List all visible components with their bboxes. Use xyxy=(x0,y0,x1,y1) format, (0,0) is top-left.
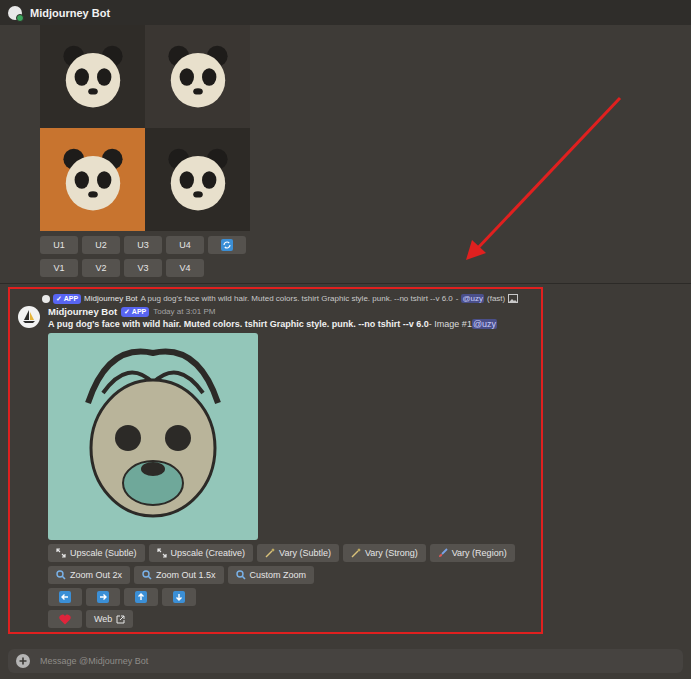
magnifier-icon xyxy=(236,570,246,580)
mention[interactable]: @uzy xyxy=(461,294,484,303)
link-button[interactable]: Web xyxy=(86,610,133,628)
variation-button[interactable]: V2 xyxy=(82,259,120,277)
panda-icon xyxy=(158,37,238,117)
zoom-button[interactable]: Custom Zoom xyxy=(228,566,315,584)
upscale-icon xyxy=(56,548,66,558)
upscale-button[interactable]: U2 xyxy=(82,236,120,254)
pan-down-button[interactable] xyxy=(162,588,196,606)
variation-button[interactable]: V1 xyxy=(40,259,78,277)
upscale-button[interactable]: Upscale (Subtle) xyxy=(48,544,145,562)
image-icon xyxy=(508,294,518,303)
magic-wand-icon xyxy=(351,548,361,558)
pan-left-arrow-icon xyxy=(59,591,71,603)
vary-button[interactable]: Vary (Subtle) xyxy=(257,544,339,562)
vary-button[interactable]: Vary (Strong) xyxy=(343,544,426,562)
annotation-arrow-icon xyxy=(0,0,691,679)
variation-button[interactable]: V3 xyxy=(124,259,162,277)
pan-up-button[interactable] xyxy=(124,588,158,606)
generated-image[interactable] xyxy=(145,25,250,128)
generated-image[interactable] xyxy=(48,333,258,540)
upscale-button[interactable]: U3 xyxy=(124,236,162,254)
panda-icon xyxy=(53,140,133,220)
message-list: U1U2U3U4 V1V2V3V4 ✓ APP Midjourney BotA pug… xyxy=(0,25,691,643)
action-row: Web xyxy=(48,610,533,628)
app-badge: ✓ APP xyxy=(53,294,81,304)
magnifier-icon xyxy=(142,570,152,580)
action-row: Upscale (Subtle)Upscale (Creative)Vary (… xyxy=(48,544,533,562)
panda-icon xyxy=(53,37,133,117)
pan-up-arrow-icon xyxy=(135,591,147,603)
pan-right-arrow-icon xyxy=(97,591,109,603)
mention[interactable]: @uzy xyxy=(472,319,497,329)
divider xyxy=(0,283,691,284)
generated-image[interactable] xyxy=(145,128,250,231)
app-badge: ✓ APP xyxy=(121,307,149,317)
generated-image[interactable] xyxy=(40,128,145,231)
generated-image[interactable] xyxy=(40,25,145,128)
discord-window: Midjourney BotU1U2U3U4V1V2V3V4✓ APPMidjo… xyxy=(0,0,691,679)
action-row xyxy=(48,588,533,606)
reroll-button[interactable] xyxy=(208,236,246,254)
add-attachment-icon[interactable] xyxy=(16,654,30,668)
pan-left-button[interactable] xyxy=(48,588,82,606)
pan-right-button[interactable] xyxy=(86,588,120,606)
panda-icon xyxy=(158,140,238,220)
paintbrush-icon xyxy=(438,548,448,558)
upscale-button[interactable]: U4 xyxy=(166,236,204,254)
variation-button[interactable]: V4 xyxy=(166,259,204,277)
bot-avatar-icon[interactable] xyxy=(18,306,40,328)
action-row: Zoom Out 2xZoom Out 1.5xCustom Zoom xyxy=(48,566,533,584)
channel-header: Midjourney Bot xyxy=(0,0,691,25)
pug-icon xyxy=(48,333,258,540)
message-composer: Message @Midjourney Bot xyxy=(0,643,691,679)
message-input[interactable]: Message @Midjourney Bot xyxy=(8,649,683,673)
upscale-row: U1U2U3U4 xyxy=(40,236,691,254)
zoom-button[interactable]: Zoom Out 1.5x xyxy=(134,566,224,584)
author-name[interactable]: Midjourney Bot xyxy=(48,306,117,317)
reroll-icon xyxy=(221,239,233,251)
heart-icon xyxy=(59,614,71,625)
magnifier-icon xyxy=(56,570,66,580)
upscale-icon xyxy=(157,548,167,558)
variation-row: V1V2V3V4 xyxy=(40,259,691,277)
heart-button[interactable] xyxy=(48,610,82,628)
upscale-button[interactable]: Upscale (Creative) xyxy=(149,544,254,562)
reply-reference[interactable]: ✓ APPMidjourney BotA pug dog's face with… xyxy=(10,293,541,304)
previous-message: U1U2U3U4 V1V2V3V4 xyxy=(0,25,691,277)
timestamp: Today at 3:01 PM xyxy=(153,307,215,316)
external-link-icon xyxy=(116,615,125,624)
image-grid xyxy=(40,25,250,231)
region-button[interactable]: Vary (Region) xyxy=(430,544,515,562)
prompt-text: A pug dog's face with wild hair. Muted c… xyxy=(48,318,533,330)
channel-title: Midjourney Bot xyxy=(30,7,110,19)
zoom-button[interactable]: Zoom Out 2x xyxy=(48,566,130,584)
reply-avatar-icon xyxy=(42,295,50,303)
bot-avatar-icon xyxy=(8,6,22,20)
pan-down-arrow-icon xyxy=(173,591,185,603)
message-header: Midjourney Bot ✓ APP Today at 3:01 PM xyxy=(48,306,533,317)
magic-wand-icon xyxy=(265,548,275,558)
upscale-button[interactable]: U1 xyxy=(40,236,78,254)
highlighted-message: ✓ APP Midjourney BotA pug dog's face with… xyxy=(8,287,543,634)
